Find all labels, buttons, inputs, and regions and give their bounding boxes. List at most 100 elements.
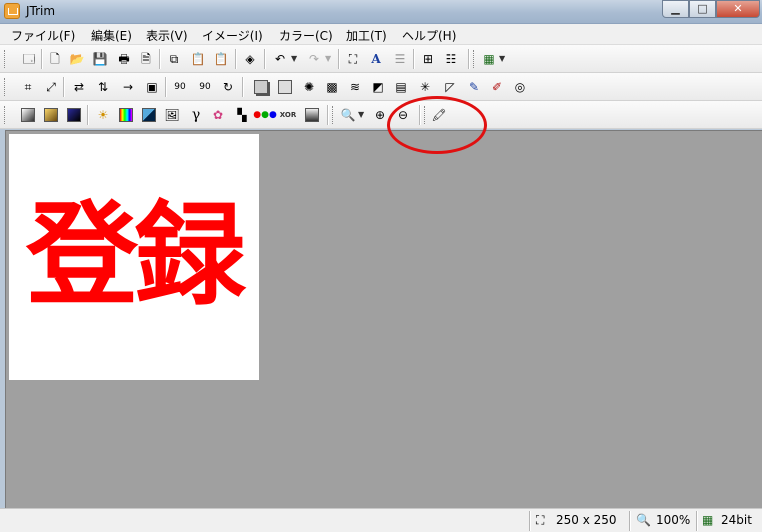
rgb-icon[interactable]: ● ● ● <box>253 106 277 124</box>
minimize-button[interactable]: ▁ <box>662 0 689 18</box>
border-swatch <box>278 80 292 94</box>
gradient-gold-icon[interactable] <box>42 106 60 124</box>
redo-dropdown-icon[interactable]: ▼ <box>325 50 331 68</box>
grid-dropdown-icon[interactable]: ▼ <box>499 50 505 68</box>
toolbar-separator <box>41 49 43 69</box>
zoom-status-text: 100% <box>656 513 691 527</box>
new-file-icon[interactable]: 🗋 <box>46 50 64 68</box>
toolbar-color: ☀ 🖼 γ ✿ ▚ ● ● ● XOR 🔍 ▼ ⊕ ⊖ 🖍 <box>0 101 762 129</box>
tile-icon[interactable]: ⊞ <box>419 50 437 68</box>
save-icon[interactable]: 💾 <box>91 50 109 68</box>
toolbar-grip[interactable] <box>332 106 335 124</box>
rotate-free-icon[interactable]: ↻ <box>219 78 237 96</box>
toolbar-separator <box>413 49 415 69</box>
fit-window-icon[interactable]: ⛶ <box>344 50 362 68</box>
gradient-gray-icon[interactable] <box>19 106 37 124</box>
color-balance-icon[interactable] <box>117 106 135 124</box>
perspective-icon[interactable]: ◸ <box>441 78 459 96</box>
toolbar-separator <box>327 105 329 125</box>
paste-new-icon[interactable]: 📋 <box>212 50 230 68</box>
zoom-status-icon: 🔍 <box>636 513 651 527</box>
resize-icon[interactable]: ⤢ <box>42 78 60 96</box>
close-button[interactable]: ✕ <box>716 0 760 18</box>
toolbar-grip[interactable] <box>4 78 7 96</box>
menu-color[interactable]: カラー(C) <box>279 27 333 44</box>
mosaic-icon[interactable]: ▩ <box>323 78 341 96</box>
maximize-icon: □ <box>697 2 708 15</box>
minimize-icon: ▁ <box>671 2 680 15</box>
copy-icon[interactable]: ⧉ <box>165 50 183 68</box>
gradient-gray-swatch <box>21 108 35 122</box>
image-canvas[interactable]: 登録 <box>9 134 259 380</box>
color-balance-swatch <box>119 108 133 122</box>
relief-icon[interactable]: ◩ <box>369 78 387 96</box>
menu-edit[interactable]: 編集(E) <box>91 27 132 44</box>
image-size-icon: ⛶ <box>536 513 545 527</box>
spiral-icon[interactable]: ◎ <box>511 78 529 96</box>
grid-select-icon[interactable]: ▦ <box>480 50 498 68</box>
toolbar-grip[interactable] <box>4 106 7 124</box>
pen-icon[interactable]: ✎ <box>465 78 483 96</box>
zoom-dropdown-icon[interactable]: ▼ <box>358 106 364 124</box>
status-divider <box>629 511 631 531</box>
brightness-icon[interactable]: ☀ <box>94 106 112 124</box>
menu-image[interactable]: イメージ(I) <box>202 27 263 44</box>
stamp-icon[interactable]: ☰ <box>391 50 409 68</box>
toolbar-separator <box>242 77 244 97</box>
shadow-icon[interactable] <box>252 78 270 96</box>
hue-icon[interactable]: ✿ <box>209 106 227 124</box>
open-folder-icon[interactable]: 📂 <box>68 50 86 68</box>
paste-icon[interactable]: 📋 <box>189 50 207 68</box>
workspace[interactable]: 登録 <box>5 130 762 508</box>
toolbar-separator <box>159 49 161 69</box>
toolbar-separator <box>63 77 65 97</box>
status-divider <box>529 511 531 531</box>
close-icon: ✕ <box>733 2 743 15</box>
menu-file[interactable]: ファイル(F) <box>11 27 75 44</box>
menu-help[interactable]: ヘルプ(H) <box>402 27 456 44</box>
toolbar-separator <box>87 105 89 125</box>
border-icon[interactable] <box>276 78 294 96</box>
checker-icon[interactable]: ▚ <box>233 106 251 124</box>
gradient-gold-swatch <box>44 108 58 122</box>
flip-vertical-icon[interactable]: ⇅ <box>94 78 112 96</box>
image-adjust-icon[interactable]: 🖼 <box>163 106 181 124</box>
crop-icon[interactable]: ⌗ <box>19 78 37 96</box>
toolbar-grip[interactable] <box>473 50 476 68</box>
status-bar: ⛶ 250 x 250 🔍 100% ▦ 24bit <box>0 508 762 532</box>
xor-icon[interactable]: XOR <box>279 106 297 124</box>
wave-icon[interactable]: ≋ <box>346 78 364 96</box>
redo-icon[interactable]: ↷ <box>305 50 323 68</box>
color-depth-icon: ▦ <box>702 513 714 527</box>
new-window-icon[interactable]: 🗔 <box>20 50 38 68</box>
blur-icon[interactable]: ✺ <box>300 78 318 96</box>
zoom-menu-icon[interactable]: 🔍 <box>339 106 357 124</box>
rotate-right-90-icon[interactable]: 90 <box>196 78 214 96</box>
contrast-icon[interactable] <box>140 106 158 124</box>
brick-icon[interactable]: ▤ <box>392 78 410 96</box>
toolbar-grip[interactable] <box>4 50 7 68</box>
margin-icon[interactable]: → <box>119 78 137 96</box>
menu-process[interactable]: 加工(T) <box>346 27 387 44</box>
print-icon[interactable]: 🖶 <box>115 50 133 68</box>
flip-horizontal-icon[interactable]: ⇄ <box>70 78 88 96</box>
menu-bar: ファイル(F) 編集(E) 表示(V) イメージ(I) カラー(C) 加工(T)… <box>0 24 762 45</box>
title-bar: JTrim ▁ □ ✕ <box>0 0 762 24</box>
undo-dropdown-icon[interactable]: ▼ <box>291 50 297 68</box>
rotate-left-90-icon[interactable]: 90 <box>171 78 189 96</box>
frame-icon[interactable]: ▣ <box>143 78 161 96</box>
grayscale-icon[interactable] <box>303 106 321 124</box>
gamma-icon[interactable]: γ <box>187 106 205 124</box>
gradient-blue-swatch <box>67 108 81 122</box>
gradient-blue-icon[interactable] <box>65 106 83 124</box>
xor-label: XOR <box>279 111 297 119</box>
print-preview-icon[interactable]: 🗎 <box>137 50 155 68</box>
strip-icon[interactable]: ☷ <box>442 50 460 68</box>
sparkle-icon[interactable]: ✳ <box>416 78 434 96</box>
text-icon[interactable]: A <box>367 50 385 68</box>
capture-icon[interactable]: ◈ <box>241 50 259 68</box>
menu-view[interactable]: 表示(V) <box>146 27 188 44</box>
undo-icon[interactable]: ↶ <box>271 50 289 68</box>
erase-icon[interactable]: ✐ <box>488 78 506 96</box>
maximize-button[interactable]: □ <box>689 0 716 18</box>
